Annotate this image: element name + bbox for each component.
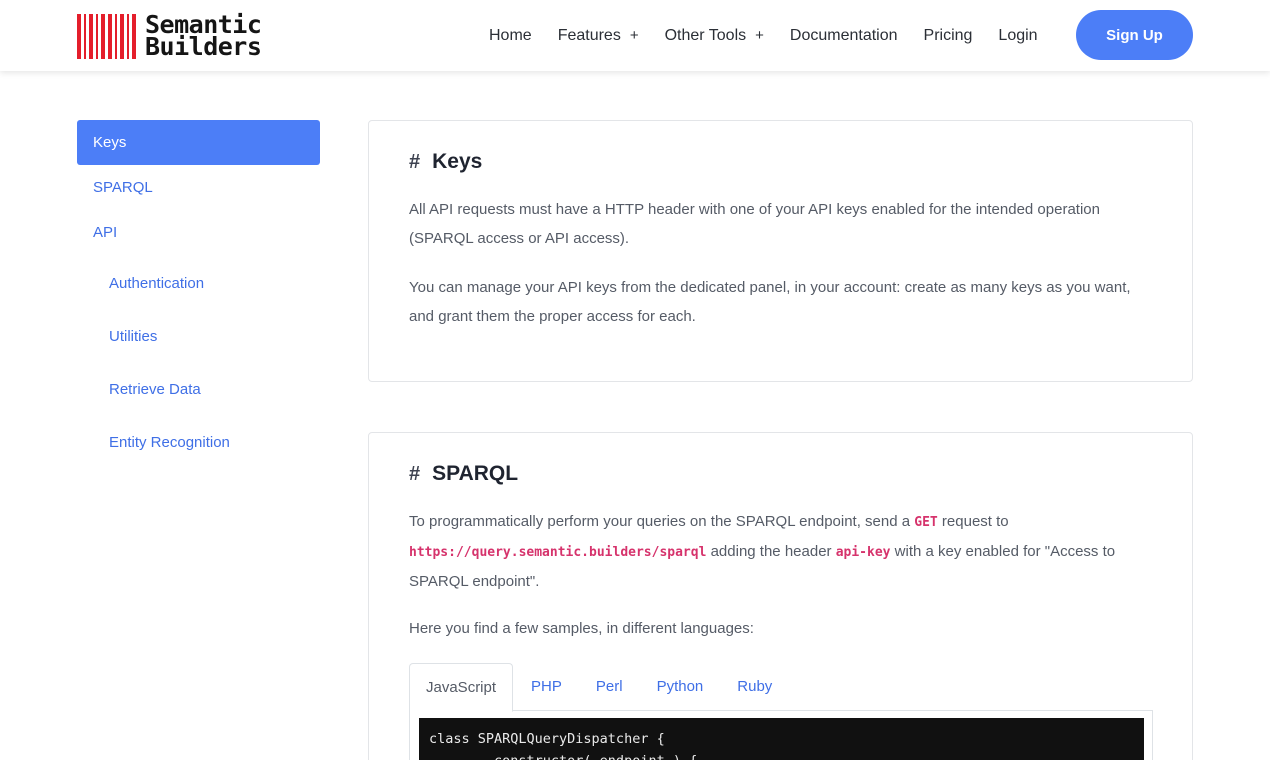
nav-home[interactable]: Home bbox=[489, 27, 532, 45]
docs-sidebar: Keys SPARQL API Authentication Utilities… bbox=[77, 120, 320, 469]
anchor-hash-icon[interactable]: # bbox=[409, 463, 420, 486]
semantic-builders-logo[interactable]: Semantic Builders bbox=[77, 10, 262, 61]
tab-ruby[interactable]: Ruby bbox=[721, 663, 788, 711]
sparql-heading: # SPARQL bbox=[409, 462, 519, 486]
inline-code-get: GET bbox=[914, 515, 938, 530]
language-tabs: JavaScript PHP Perl Python Ruby bbox=[409, 663, 1153, 712]
sparql-paragraph-1: To programmatically perform your queries… bbox=[409, 513, 1116, 590]
nav-documentation[interactable]: Documentation bbox=[790, 27, 898, 45]
plus-icon: + bbox=[629, 27, 639, 44]
sidebar-item-keys[interactable]: Keys bbox=[77, 120, 320, 165]
tab-panel: class SPARQLQueryDispatcher { constructo… bbox=[409, 711, 1153, 760]
keys-heading: # Keys bbox=[409, 150, 483, 174]
nav-features[interactable]: Features + bbox=[558, 27, 639, 45]
sidebar-item-api[interactable]: API bbox=[77, 210, 320, 255]
top-navigation-bar: Semantic Builders Home Features + Other T… bbox=[0, 0, 1270, 71]
sign-up-button[interactable]: Sign Up bbox=[1076, 10, 1193, 60]
code-sample[interactable]: class SPARQLQueryDispatcher { constructo… bbox=[419, 718, 1144, 760]
tab-perl[interactable]: Perl bbox=[580, 663, 639, 711]
logo-wordmark: Semantic Builders bbox=[145, 10, 262, 61]
sidebar-subitem-retrieve-data[interactable]: Retrieve Data bbox=[77, 363, 320, 416]
tab-php[interactable]: PHP bbox=[515, 663, 578, 711]
anchor-hash-icon[interactable]: # bbox=[409, 151, 420, 174]
sidebar-subitem-entity-recognition[interactable]: Entity Recognition bbox=[77, 416, 320, 469]
tab-javascript[interactable]: JavaScript bbox=[409, 663, 514, 712]
inline-code-api-key: api-key bbox=[835, 545, 891, 560]
plus-icon: + bbox=[755, 27, 764, 44]
sparql-paragraph-2: Here you find a few samples, in differen… bbox=[409, 620, 754, 637]
nav-other-tools[interactable]: Other Tools + bbox=[665, 27, 764, 45]
sidebar-subitem-authentication[interactable]: Authentication bbox=[77, 257, 320, 310]
nav-pricing[interactable]: Pricing bbox=[924, 27, 973, 45]
keys-paragraph-2: You can manage your API keys from the de… bbox=[409, 279, 1131, 325]
main-nav: Home Features + Other Tools + Documentatio… bbox=[489, 0, 1064, 71]
inline-code-endpoint-url: https://query.semantic.builders/sparql bbox=[409, 545, 707, 560]
keys-section: # Keys All API requests must have a HTTP… bbox=[368, 120, 1193, 382]
sparql-section: # SPARQL To programmatically perform you… bbox=[368, 432, 1193, 760]
sidebar-subitem-utilities[interactable]: Utilities bbox=[77, 310, 320, 363]
sidebar-item-sparql[interactable]: SPARQL bbox=[77, 165, 320, 210]
keys-paragraph-1: All API requests must have a HTTP header… bbox=[409, 201, 1100, 247]
tab-python[interactable]: Python bbox=[641, 663, 720, 711]
logo-barcode-icon bbox=[77, 13, 136, 59]
nav-login[interactable]: Login bbox=[998, 27, 1037, 45]
